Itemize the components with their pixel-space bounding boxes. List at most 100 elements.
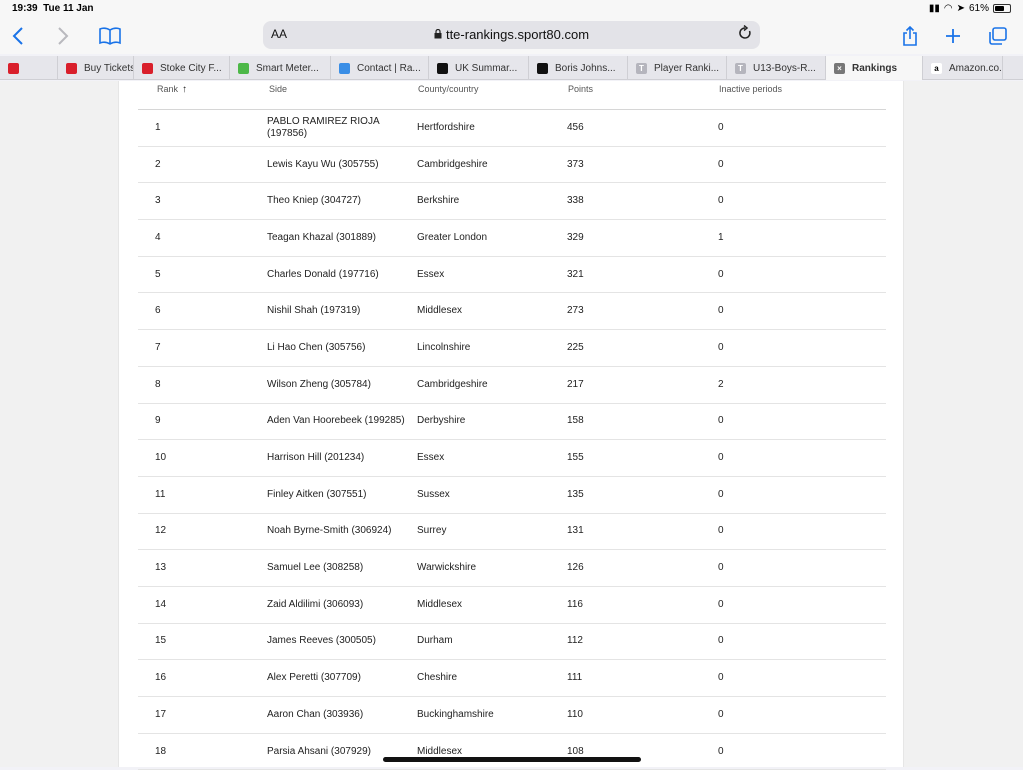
plus-icon [946, 29, 960, 43]
browser-tab[interactable]: a Amazon.co.... [923, 56, 1003, 80]
points-cell: 112 [567, 635, 583, 647]
points-cell: 111 [567, 672, 583, 684]
side-cell: Finley Aitken (307551) [267, 488, 367, 500]
county-cell: Warwickshire [417, 562, 477, 574]
table-header: Rank ↑ Side County/country Points Inactiv… [138, 81, 886, 110]
tab-bar: Buy Tickets Stoke City F... Smart Meter...… [0, 56, 1023, 80]
side-cell: Lewis Kayu Wu (305755) [267, 158, 379, 170]
table-row: 7 Li Hao Chen (305756) Lincolnshire 225 0 [138, 330, 886, 367]
share-icon [903, 26, 917, 46]
browser-tab[interactable]: UK Summar... [429, 56, 529, 80]
points-cell: 273 [567, 305, 584, 317]
inactive-periods-cell: 0 [718, 452, 724, 464]
points-cell: 116 [567, 598, 583, 610]
address-bar[interactable]: AA tte-rankings.sport80.com [263, 21, 760, 49]
table-row: 3 Theo Kniep (304727) Berkshire 338 0 [138, 183, 886, 221]
rank-cell: 1 [155, 121, 161, 133]
header-side[interactable]: Side [269, 84, 287, 94]
browser-toolbar: AA tte-rankings.sport80.com [0, 18, 1023, 54]
browser-tab[interactable]: T U13-Boys-R... [727, 56, 826, 80]
tab-label: Buy Tickets [84, 62, 134, 74]
forward-button[interactable] [57, 24, 69, 48]
county-cell: Durham [417, 635, 453, 647]
stoke-city-favicon [8, 62, 19, 74]
points-cell: 321 [567, 268, 584, 280]
inactive-periods-cell: 1 [718, 231, 724, 243]
tab-overview-button[interactable] [988, 24, 1008, 48]
browser-tab[interactable]: Smart Meter... [230, 56, 331, 80]
county-cell: Greater London [417, 231, 488, 243]
share-button[interactable] [902, 24, 918, 48]
home-indicator[interactable] [383, 757, 641, 762]
points-cell: 217 [567, 378, 584, 390]
side-cell: Theo Kniep (304727) [267, 195, 361, 207]
county-cell: Middlesex [417, 305, 463, 317]
battery-percentage: 61% [968, 3, 989, 14]
points-cell: 135 [567, 488, 584, 500]
inactive-periods-cell: 0 [718, 121, 724, 133]
status-time: 19:39 Tue 11 Jan [12, 3, 94, 14]
url-display[interactable]: tte-rankings.sport80.com [263, 27, 760, 42]
side-cell: Wilson Zheng (305784) [267, 378, 371, 390]
inactive-periods-cell: 0 [718, 525, 724, 537]
side-cell: Charles Donald (197716) [267, 268, 379, 280]
county-cell: Cambridgeshire [417, 158, 488, 170]
browser-tab[interactable]: Stoke City F... [134, 56, 230, 80]
points-cell: 158 [567, 415, 584, 427]
table-row: 9 Aden Van Hoorebeek (199285) Derbyshire 15… [138, 404, 886, 441]
county-cell: Lincolnshire [417, 341, 471, 353]
points-cell: 373 [567, 158, 584, 170]
header-county[interactable]: County/country [418, 84, 479, 94]
battery-fill [995, 6, 1004, 11]
county-cell: Essex [417, 268, 445, 280]
close-tab-icon[interactable]: × [834, 62, 845, 74]
status-date: Tue 11 Jan [43, 3, 94, 14]
rank-cell: 3 [155, 195, 161, 207]
header-rank[interactable]: Rank ↑ [157, 84, 187, 95]
side-cell: Li Hao Chen (305756) [267, 341, 366, 353]
inactive-periods-cell: 0 [718, 488, 724, 500]
county-cell: Cheshire [417, 672, 458, 684]
rank-cell: 8 [155, 378, 161, 390]
browser-tab[interactable]: × Rankings [826, 56, 923, 80]
table-row: 12 Noah Byrne-Smith (306924) Surrey 131 0 [138, 514, 886, 551]
amazon-favicon: a [931, 62, 942, 74]
browser-tab[interactable]: Boris Johns... [529, 56, 628, 80]
table-row: 6 Nishil Shah (197319) Middlesex 273 0 [138, 293, 886, 331]
bookmarks-button[interactable] [99, 24, 121, 48]
points-cell: 110 [567, 708, 583, 720]
browser-tab[interactable] [0, 56, 58, 80]
header-inactive-periods[interactable]: Inactive periods [719, 84, 782, 94]
points-cell: 329 [567, 231, 584, 243]
table-row: 14 Zaid Aldilimi (306093) Middlesex 116 0 [138, 587, 886, 624]
rank-cell: 10 [155, 452, 167, 464]
rank-cell: 2 [155, 158, 161, 170]
table-row: 16 Alex Peretti (307709) Cheshire 111 0 [138, 660, 886, 697]
location-icon: ➤ [956, 3, 965, 14]
county-cell: Sussex [417, 488, 450, 500]
points-cell: 225 [567, 341, 584, 353]
side-cell: Parsia Ahsani (307929) [267, 745, 371, 757]
page-content: Rank ↑ Side County/country Points Inactiv… [0, 81, 1023, 770]
browser-tab[interactable]: Contact | Ra... [331, 56, 429, 80]
side-cell: Aden Van Hoorebeek (199285) [267, 415, 405, 427]
back-button[interactable] [12, 24, 24, 48]
rank-cell: 14 [155, 598, 167, 610]
header-points[interactable]: Points [568, 84, 593, 94]
table-row: 5 Charles Donald (197716) Essex 321 0 [138, 257, 886, 294]
tab-label: Rankings [852, 62, 898, 74]
signal-icon: ▮▮ [928, 3, 940, 14]
reload-icon[interactable] [738, 24, 752, 46]
browser-tab[interactable]: T Player Ranki... [628, 56, 727, 80]
inactive-periods-cell: 0 [718, 195, 724, 207]
county-cell: Derbyshire [417, 415, 466, 427]
book-icon [99, 27, 121, 45]
status-bar: 19:39 Tue 11 Jan ▮▮ ◠ ➤ 61% [0, 0, 1023, 18]
inactive-periods-cell: 0 [718, 305, 724, 317]
browser-tab[interactable]: Buy Tickets [58, 56, 134, 80]
rank-cell: 11 [155, 488, 166, 500]
battery-icon [993, 4, 1011, 13]
inactive-periods-cell: 0 [718, 708, 724, 720]
new-tab-button[interactable] [945, 24, 961, 48]
rank-cell: 5 [155, 268, 161, 280]
